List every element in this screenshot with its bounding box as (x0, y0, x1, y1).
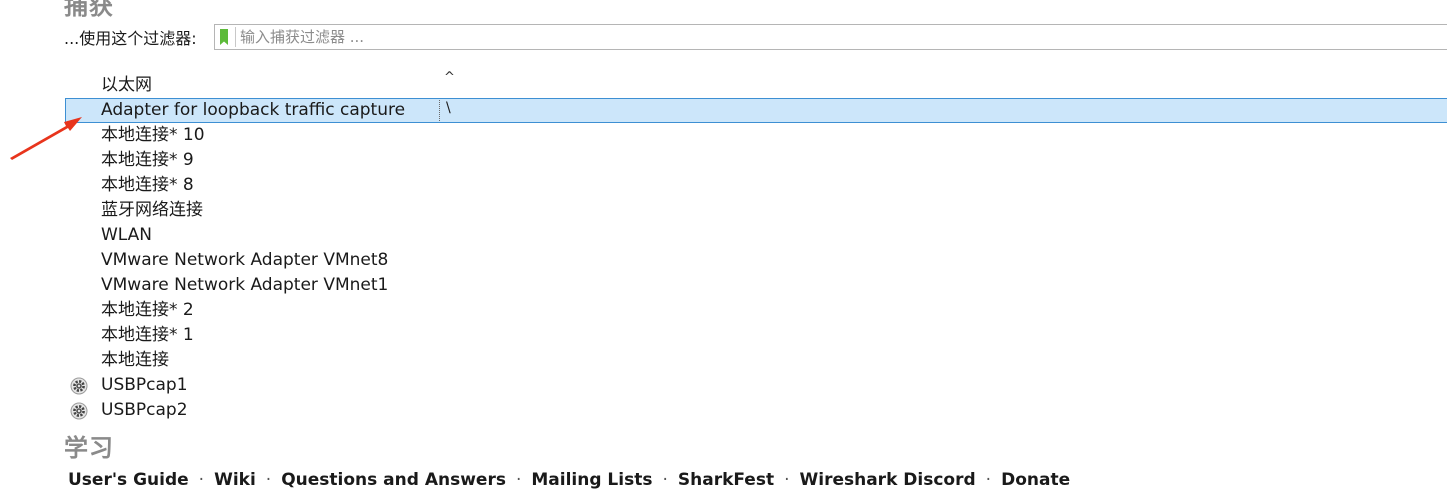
link-separator: · (784, 470, 790, 490)
interface-row[interactable]: USBPcap2 (0, 398, 1447, 423)
learn-link[interactable]: Questions and Answers (281, 470, 506, 490)
link-separator: · (515, 470, 522, 490)
annotation-arrow (10, 117, 82, 160)
traffic-sparkline: \ (446, 100, 451, 116)
learn-heading: 学习 (64, 434, 114, 462)
capture-filter-box[interactable] (214, 24, 1447, 50)
gear-icon[interactable] (70, 377, 88, 395)
interface-row[interactable]: 蓝牙网络连接 (0, 198, 1447, 223)
column-divider (439, 100, 440, 121)
link-separator: · (198, 470, 205, 490)
interface-row[interactable]: Adapter for loopback traffic capture \ (65, 98, 1447, 123)
interface-row[interactable]: VMware Network Adapter VMnet1 (0, 273, 1447, 298)
learn-link[interactable]: Mailing Lists (531, 470, 652, 490)
link-separator: · (265, 470, 272, 490)
learn-link[interactable]: Wiki (214, 470, 256, 490)
interface-list[interactable]: 以太网 Adapter for loopback traffic capture \… (0, 73, 1447, 423)
annotation-arrow-shape (10, 117, 82, 160)
interface-name: 本地连接 (101, 350, 169, 370)
gear-icon[interactable] (70, 402, 88, 420)
link-separator: · (662, 470, 668, 490)
interface-row[interactable]: 本地连接* 8 (0, 173, 1447, 198)
learn-link[interactable]: Wireshark Discord (800, 470, 976, 490)
learn-link[interactable]: SharkFest (678, 470, 774, 490)
interface-row[interactable]: 本地连接* 10 (0, 123, 1447, 148)
capture-filter-input[interactable] (236, 26, 1447, 48)
bookmark-icon[interactable] (220, 29, 228, 45)
interface-name: WLAN (101, 225, 153, 245)
interface-name: VMware Network Adapter VMnet1 (101, 275, 389, 295)
interface-row[interactable]: 本地连接* 9 (0, 148, 1447, 173)
interface-row[interactable]: 本地连接* 1 (0, 323, 1447, 348)
link-separator: · (985, 470, 992, 490)
interface-name: USBPcap2 (101, 400, 188, 420)
learn-link[interactable]: User's Guide (68, 470, 189, 490)
interface-row[interactable]: 本地连接* 2 (0, 298, 1447, 323)
interface-row[interactable]: WLAN (0, 223, 1447, 248)
interface-row[interactable]: VMware Network Adapter VMnet8 (0, 248, 1447, 273)
interface-name: VMware Network Adapter VMnet8 (101, 250, 389, 270)
interface-name: USBPcap1 (101, 375, 188, 395)
interface-row[interactable]: USBPcap1 (0, 373, 1447, 398)
learn-links: User's Guide · Wiki · Questions and Answers ·… (68, 470, 1070, 490)
interface-name: 本地连接* 2 (101, 300, 194, 320)
interface-name: Adapter for loopback traffic capture (101, 100, 406, 120)
interface-name: 本地连接* 1 (101, 325, 194, 345)
interface-name: 蓝牙网络连接 (101, 200, 203, 220)
interface-row[interactable]: 本地连接 (0, 348, 1447, 373)
learn-link[interactable]: Donate (1001, 470, 1070, 490)
interface-row[interactable]: 以太网 (0, 73, 1447, 98)
